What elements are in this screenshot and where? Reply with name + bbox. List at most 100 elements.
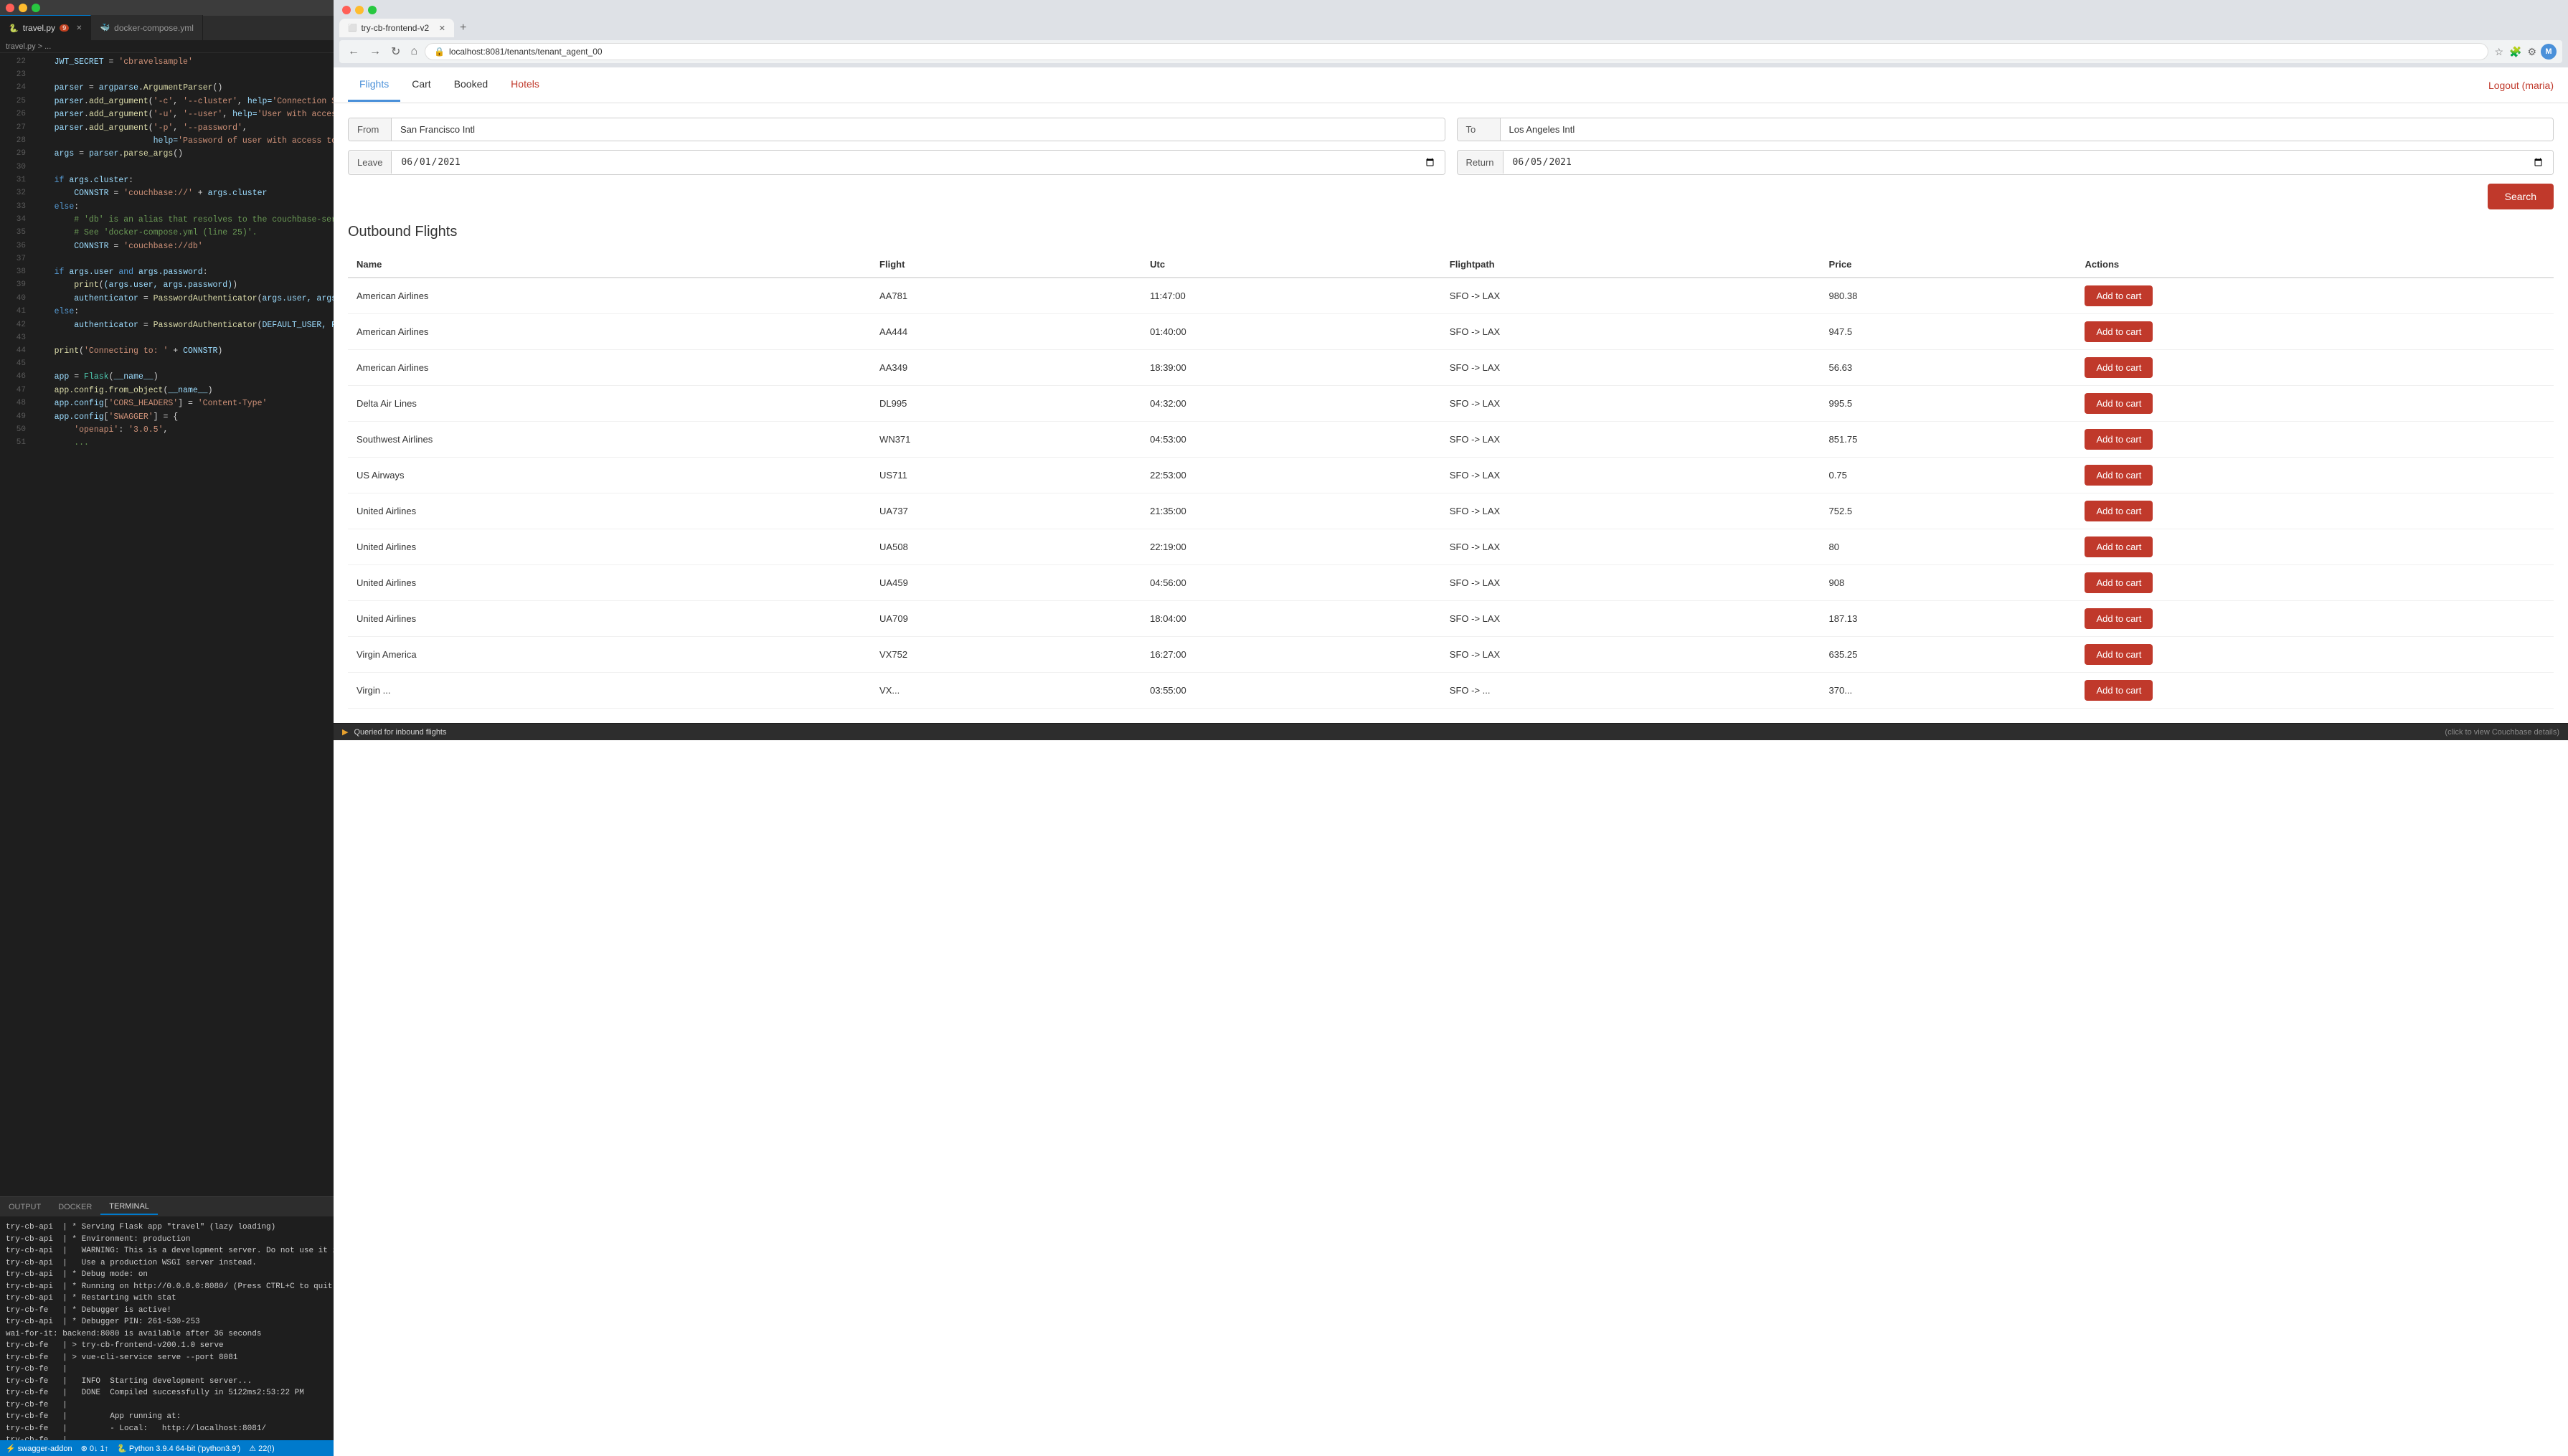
add-to-cart-btn[interactable]: Add to cart xyxy=(2085,572,2153,593)
tab-label-travel-py: travel.py xyxy=(23,23,55,33)
code-line: 48 app.config['CORS_HEADERS'] = 'Content… xyxy=(0,397,334,410)
from-group: From xyxy=(348,118,1445,141)
browser-tabs-row: ⬜ try-cb-frontend-v2 ✕ + xyxy=(339,19,2562,37)
add-to-cart-btn[interactable]: Add to cart xyxy=(2085,501,2153,521)
cell-name: American Airlines xyxy=(348,278,871,314)
browser-actions: ☆ 🧩 ⚙ M xyxy=(2493,44,2557,60)
close-tab-travel-py[interactable]: ✕ xyxy=(76,24,82,32)
cell-flightpath: SFO -> LAX xyxy=(1441,458,1821,493)
terminal-line: try-cb-api | * Serving Flask app "travel… xyxy=(6,1221,328,1234)
nav-tab-flights[interactable]: Flights xyxy=(348,68,400,102)
terminal-line: try-cb-fe | xyxy=(6,1434,328,1440)
browser-titlebar xyxy=(339,4,2562,16)
home-btn[interactable]: ⌂ xyxy=(407,44,420,60)
to-group: To xyxy=(1457,118,2554,141)
new-tab-btn[interactable]: + xyxy=(457,22,469,34)
code-editor[interactable]: 22 JWT_SECRET = 'cbravelsample'2324 pars… xyxy=(0,53,334,1196)
logout-btn[interactable]: Logout (maria) xyxy=(2488,80,2554,91)
terminal-line: try-cb-api | Use a production WSGI serve… xyxy=(6,1257,328,1270)
nav-tab-booked[interactable]: Booked xyxy=(443,68,499,102)
cell-flight: AA781 xyxy=(871,278,1141,314)
cell-utc: 21:35:00 xyxy=(1141,493,1441,529)
app-header: FlightsCartBookedHotels Logout (maria) xyxy=(334,67,2568,103)
cell-name: Virgin ... xyxy=(348,673,871,709)
add-to-cart-btn[interactable]: Add to cart xyxy=(2085,285,2153,306)
maximize-window-btn[interactable] xyxy=(32,4,40,12)
cell-flightpath: SFO -> ... xyxy=(1441,673,1821,709)
tab-docker[interactable]: DOCKER xyxy=(49,1200,100,1214)
browser-minimize-btn[interactable] xyxy=(355,6,364,14)
tab-travel-py[interactable]: 🐍 travel.py 9 ✕ xyxy=(0,15,91,40)
tab-docker-compose[interactable]: 🐳 docker-compose.yml xyxy=(91,15,202,40)
terminal-line: try-cb-api | * Debugger PIN: 261-530-253 xyxy=(6,1316,328,1328)
from-label: From xyxy=(349,118,392,141)
cell-utc: 03:55:00 xyxy=(1141,673,1441,709)
add-to-cart-btn[interactable]: Add to cart xyxy=(2085,357,2153,378)
col-header-flightpath: Flightpath xyxy=(1441,252,1821,278)
add-to-cart-btn[interactable]: Add to cart xyxy=(2085,429,2153,450)
code-line: 41 else: xyxy=(0,306,334,318)
status-detail[interactable]: (click to view Couchbase details) xyxy=(2445,728,2559,737)
cell-flightpath: SFO -> LAX xyxy=(1441,422,1821,458)
table-row: United AirlinesUA73721:35:00SFO -> LAX75… xyxy=(348,493,2554,529)
profile-btn[interactable]: M xyxy=(2541,44,2557,60)
forward-btn[interactable]: → xyxy=(367,44,384,60)
extensions-btn[interactable]: 🧩 xyxy=(2508,44,2523,60)
browser-maximize-btn[interactable] xyxy=(368,6,377,14)
add-to-cart-btn[interactable]: Add to cart xyxy=(2085,465,2153,486)
browser-tab-active[interactable]: ⬜ try-cb-frontend-v2 ✕ xyxy=(339,19,454,37)
refresh-btn[interactable]: ↻ xyxy=(388,43,403,60)
add-to-cart-btn[interactable]: Add to cart xyxy=(2085,393,2153,414)
cell-utc: 01:40:00 xyxy=(1141,314,1441,350)
terminal-line: try-cb-fe | DONE Compiled successfully i… xyxy=(6,1387,328,1399)
add-to-cart-btn[interactable]: Add to cart xyxy=(2085,680,2153,701)
tab-terminal[interactable]: TERMINAL xyxy=(100,1199,158,1215)
close-window-btn[interactable] xyxy=(6,4,14,12)
nav-tab-cart[interactable]: Cart xyxy=(400,68,442,102)
address-bar[interactable]: 🔒 localhost:8081/tenants/tenant_agent_00 xyxy=(425,43,2488,60)
nav-tab-hotels[interactable]: Hotels xyxy=(499,68,551,102)
tab-output[interactable]: OUTPUT xyxy=(0,1200,49,1214)
browser-tab-close[interactable]: ✕ xyxy=(439,24,445,33)
return-input[interactable] xyxy=(1503,151,2553,174)
bookmark-btn[interactable]: ☆ xyxy=(2493,44,2505,60)
cell-action: Add to cart xyxy=(2076,350,2554,386)
search-button[interactable]: Search xyxy=(2488,184,2554,209)
to-input[interactable] xyxy=(1501,118,2554,141)
terminal-line: try-cb-fe | xyxy=(6,1363,328,1376)
terminal-line: try-cb-api | * Running on http://0.0.0.0… xyxy=(6,1281,328,1293)
settings-btn[interactable]: ⚙ xyxy=(2526,44,2538,60)
cell-flight: AA444 xyxy=(871,314,1141,350)
terminal-line: try-cb-fe | * Debugger is active! xyxy=(6,1305,328,1317)
python-version: 🐍 Python 3.9.4 64-bit ('python3.9') xyxy=(117,1444,240,1453)
cell-price: 635.25 xyxy=(1821,637,2077,673)
add-to-cart-btn[interactable]: Add to cart xyxy=(2085,608,2153,629)
browser-tab-title: try-cb-frontend-v2 xyxy=(361,23,434,33)
cell-flightpath: SFO -> LAX xyxy=(1441,314,1821,350)
cell-price: 370... xyxy=(1821,673,2077,709)
back-btn[interactable]: ← xyxy=(345,44,362,60)
code-line: 34 # 'db' is an alias that resolves to t… xyxy=(0,214,334,227)
cell-flight: UA508 xyxy=(871,529,1141,565)
cell-name: Southwest Airlines xyxy=(348,422,871,458)
table-row: United AirlinesUA70918:04:00SFO -> LAX18… xyxy=(348,601,2554,637)
col-header-utc: Utc xyxy=(1141,252,1441,278)
add-to-cart-btn[interactable]: Add to cart xyxy=(2085,321,2153,342)
cell-action: Add to cart xyxy=(2076,278,2554,314)
cell-utc: 11:47:00 xyxy=(1141,278,1441,314)
browser-close-btn[interactable] xyxy=(342,6,351,14)
leave-input[interactable] xyxy=(392,151,1444,174)
cell-name: American Airlines xyxy=(348,314,871,350)
from-input[interactable] xyxy=(392,118,1445,141)
leave-label: Leave xyxy=(349,151,392,174)
cell-name: United Airlines xyxy=(348,601,871,637)
minimize-window-btn[interactable] xyxy=(19,4,27,12)
add-to-cart-btn[interactable]: Add to cart xyxy=(2085,644,2153,665)
add-to-cart-btn[interactable]: Add to cart xyxy=(2085,536,2153,557)
cell-flight: UA737 xyxy=(871,493,1141,529)
cell-price: 0.75 xyxy=(1821,458,2077,493)
cell-price: 908 xyxy=(1821,565,2077,601)
lock-icon: 🔒 xyxy=(434,47,445,57)
cell-flightpath: SFO -> LAX xyxy=(1441,529,1821,565)
code-line: 25 parser.add_argument('-c', '--cluster'… xyxy=(0,95,334,108)
